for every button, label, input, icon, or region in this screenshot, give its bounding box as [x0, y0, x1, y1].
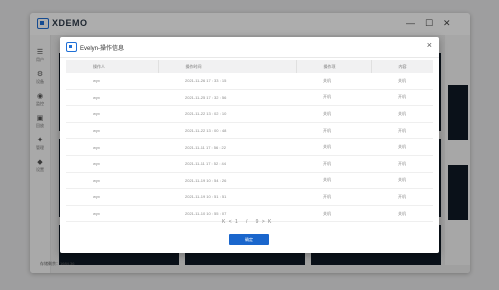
cell-operator: wyx: [66, 73, 158, 90]
cell-time: 2021-11-25 17 : 32 : 56: [158, 89, 296, 107]
cell-action: 关机: [296, 138, 371, 156]
cell-operator: wyx: [66, 105, 158, 123]
cell-operator: wyx: [66, 172, 158, 190]
total-pages: 9: [255, 219, 260, 225]
cell-action: 关机: [296, 73, 371, 90]
pagination: K < 1 / 9 > K: [222, 219, 272, 225]
table-row: wyx 2021-11-19 10 : 51 : 51 开机 开机: [66, 188, 433, 206]
table-row: wyx 2021-11-11 17 : 56 : 22 关机 关机: [66, 138, 433, 156]
table-row: wyx 2021-11-19 10 : 54 : 26 关机 关机: [66, 172, 433, 190]
cell-action: 开机: [296, 155, 371, 173]
next-page-button[interactable]: >: [262, 219, 266, 225]
cell-content: 关机: [371, 105, 433, 123]
cell-content: 关机: [371, 73, 433, 90]
close-icon[interactable]: ×: [427, 40, 432, 50]
cell-content: 开机: [371, 122, 433, 140]
table-row: wyx 2021-11-26 17 : 33 : 15 关机 关机: [66, 73, 433, 90]
cell-action: 关机: [296, 205, 371, 223]
cell-action: 开机: [296, 122, 371, 140]
column-header-operator: 操作人: [66, 60, 159, 73]
cell-time: 2021-11-19 10 : 51 : 51: [158, 188, 296, 206]
cell-time: 2021-11-22 13 : 00 : 48: [158, 122, 296, 140]
table-row: wyx 2021-11-22 13 : 00 : 48 开机 开机: [66, 122, 433, 140]
cell-action: 关机: [296, 172, 371, 190]
cell-content: 开机: [371, 155, 433, 173]
cell-content: 关机: [371, 138, 433, 156]
operation-info-dialog: Evelyn-操作信息 × 操作人 操作时间 操作项 内容 wyx 2021-11…: [60, 37, 439, 253]
dialog-title: Evelyn-操作信息: [80, 46, 125, 52]
column-header-content: 内容: [371, 60, 433, 73]
cell-time: 2021-11-19 10 : 54 : 26: [158, 172, 296, 190]
cell-operator: wyx: [66, 122, 158, 140]
confirm-button[interactable]: 确定: [229, 234, 269, 245]
last-page-button[interactable]: K: [268, 219, 272, 225]
current-page: 1: [235, 219, 239, 225]
cell-time: 2021-11-11 17 : 52 : 44: [158, 155, 296, 173]
column-header-time: 操作时间: [158, 60, 297, 73]
cell-time: 2021-11-26 17 : 33 : 15: [158, 73, 296, 90]
cell-operator: wyx: [66, 155, 158, 173]
page-separator: /: [246, 219, 249, 225]
table-header-row: 操作人 操作时间 操作项 内容: [66, 60, 433, 73]
cell-action: 关机: [296, 105, 371, 123]
cell-operator: wyx: [66, 89, 158, 107]
cell-time: 2021-11-22 13 : 02 : 10: [158, 105, 296, 123]
cell-action: 开机: [296, 89, 371, 107]
cell-content: 开机: [371, 89, 433, 107]
cell-action: 开机: [296, 188, 371, 206]
column-header-action: 操作项: [296, 60, 372, 73]
cell-content: 开机: [371, 188, 433, 206]
table-row: wyx 2021-11-11 17 : 52 : 44 开机 开机: [66, 155, 433, 173]
operation-log-table: 操作人 操作时间 操作项 内容 wyx 2021-11-26 17 : 33 : …: [66, 60, 433, 223]
prev-page-button[interactable]: <: [229, 219, 233, 225]
cell-content: 关机: [371, 205, 433, 223]
cell-content: 关机: [371, 172, 433, 190]
cell-operator: wyx: [66, 138, 158, 156]
logo-icon: [66, 42, 77, 52]
table-row: wyx 2021-11-25 17 : 32 : 56 开机 开机: [66, 89, 433, 107]
cell-operator: wyx: [66, 205, 158, 223]
table-row: wyx 2021-11-22 13 : 02 : 10 关机 关机: [66, 105, 433, 123]
first-page-button[interactable]: K: [222, 219, 226, 225]
cell-time: 2021-11-11 17 : 56 : 22: [158, 138, 296, 156]
divider: [60, 57, 439, 58]
cell-operator: wyx: [66, 188, 158, 206]
